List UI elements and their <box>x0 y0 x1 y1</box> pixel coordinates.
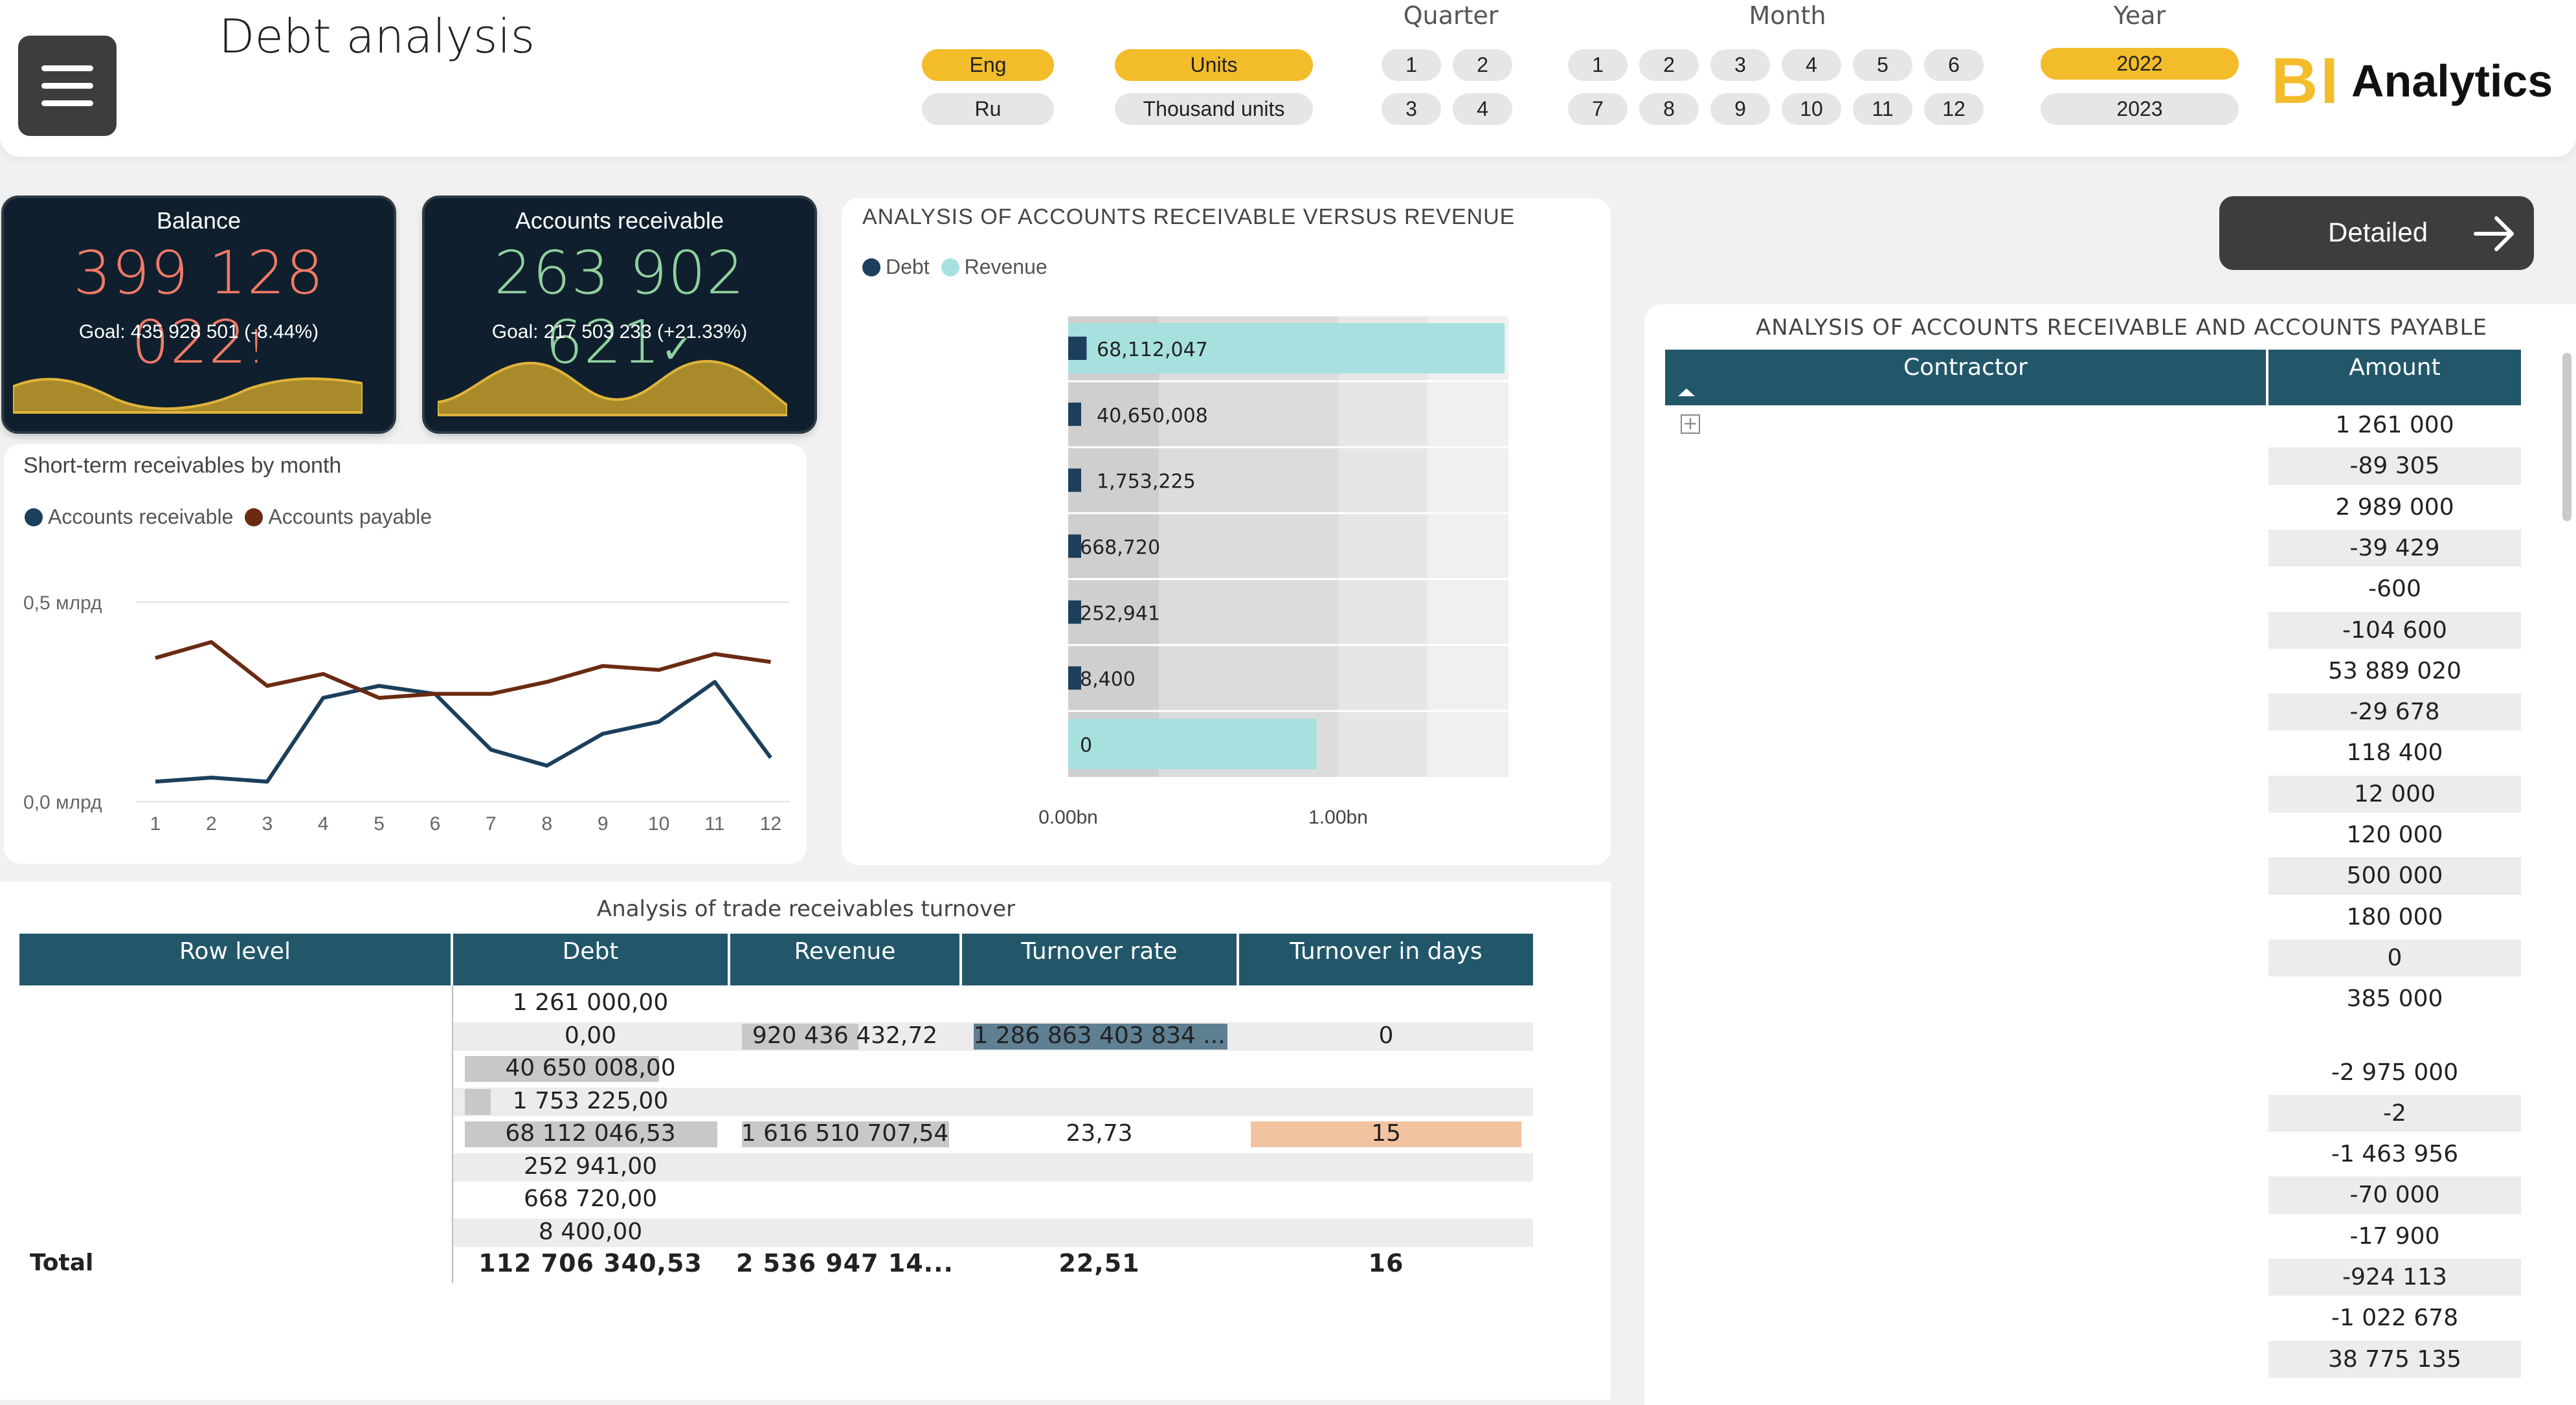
bar-data-label: 68,112,047 <box>1097 339 1208 361</box>
bar-data-label: 668,720 <box>1080 537 1160 559</box>
contractor-header[interactable]: Contractor <box>1665 350 2266 405</box>
detailed-label: Detailed <box>2328 217 2428 247</box>
logo-mark: BI <box>2271 44 2341 117</box>
turnover-cell-rate: 1 286 863 403 834 ... <box>973 1022 1226 1049</box>
plot-band <box>1159 315 1338 777</box>
bar-data-label: 8,400 <box>1080 668 1136 691</box>
plot-band <box>1338 315 1428 777</box>
amount-cell: -29 678 <box>2349 699 2440 726</box>
expand-icon[interactable]: + <box>1681 414 1700 434</box>
column-divider <box>452 985 453 1283</box>
turnover-total-revenue: 2 536 947 14... <box>736 1249 954 1277</box>
turnover-header-4[interactable]: Turnover in days <box>1239 934 1533 985</box>
amount-cell: -1 022 678 <box>2331 1305 2459 1332</box>
revenue-bar <box>1068 719 1317 769</box>
turnover-cell-days: 0 <box>1378 1022 1394 1049</box>
turnover-cell-debt: 68 112 046,53 <box>505 1120 676 1147</box>
amount-cell: -17 900 <box>2349 1222 2440 1250</box>
amount-cell: 38 775 135 <box>2327 1345 2462 1373</box>
turnover-cell-debt: 252 941,00 <box>523 1152 658 1180</box>
turnover-total-label: Total <box>30 1250 94 1276</box>
debt-bar <box>1068 534 1081 558</box>
turnover-title: Analysis of trade receivables turnover <box>596 896 1016 922</box>
month-option-9[interactable]: 9 <box>1710 93 1770 125</box>
sort-ascending-icon[interactable] <box>1677 386 1696 399</box>
turnover-cell-rate: 23,73 <box>1066 1120 1133 1147</box>
amount-cell: -1 463 956 <box>2331 1141 2459 1168</box>
turnover-total-rate: 22,51 <box>1058 1249 1140 1277</box>
debt-bar <box>1068 666 1081 690</box>
turnover-header-3[interactable]: Turnover rate <box>962 934 1237 985</box>
month-option-3[interactable]: 3 <box>1710 49 1770 81</box>
debt-bar <box>1068 468 1081 492</box>
turnover-cell-revenue: 1 616 510 707,54 <box>741 1120 949 1147</box>
turnover-cell-debt: 1 753 225,00 <box>512 1087 669 1114</box>
debt-bar <box>1068 402 1081 426</box>
detailed-button[interactable]: Detailed <box>2219 196 2534 270</box>
x-tick-label: 0.00bn <box>1038 807 1098 828</box>
month-option-2[interactable]: 2 <box>1639 49 1699 81</box>
turnover-cell-days: 15 <box>1371 1120 1401 1147</box>
x-tick-label: 1.00bn <box>1308 807 1368 828</box>
amount-cell: -2 975 000 <box>2331 1059 2459 1086</box>
bar-data-label: 1,753,225 <box>1097 471 1196 493</box>
month-option-4[interactable]: 4 <box>1782 49 1841 81</box>
turnover-cell-debt: 0,00 <box>564 1022 617 1049</box>
month-slicer-title: Month <box>1749 1 1826 30</box>
ar-ap-title: ANALYSIS OF ACCOUNTS RECEIVABLE AND ACCO… <box>1755 315 2488 341</box>
amount-cell: 12 000 <box>2354 780 2436 807</box>
amount-cell: 180 000 <box>2346 903 2443 930</box>
amount-cell: 1 261 000 <box>2335 412 2454 438</box>
amount-cell: -104 600 <box>2342 616 2447 644</box>
turnover-header-0[interactable]: Row level <box>19 934 451 985</box>
month-option-8[interactable]: 8 <box>1639 93 1699 125</box>
amount-header[interactable]: Amount <box>2268 350 2521 405</box>
logo-text: Analytics <box>2351 56 2553 106</box>
turnover-header-2[interactable]: Revenue <box>730 934 959 985</box>
turnover-cell-debt: 1 261 000,00 <box>512 989 669 1016</box>
amount-cell: -70 000 <box>2349 1182 2440 1209</box>
amount-cell: -39 429 <box>2349 534 2440 561</box>
debt-bar <box>1068 600 1081 624</box>
year-option-2023[interactable]: 2023 <box>2041 93 2239 125</box>
turnover-total-debt: 112 706 340,53 <box>478 1249 702 1277</box>
month-option-10[interactable]: 10 <box>1782 93 1841 125</box>
year-slicer-title: Year <box>2113 1 2166 30</box>
month-option-11[interactable]: 11 <box>1853 93 1912 125</box>
amount-cell: -2 <box>2383 1099 2406 1127</box>
month-option-5[interactable]: 5 <box>1853 49 1912 81</box>
turnover-header-1[interactable]: Debt <box>453 934 728 985</box>
month-option-12[interactable]: 12 <box>1924 93 1984 125</box>
turnover-cell-debt: 668 720,00 <box>523 1186 658 1212</box>
turnover-cell-debt: 8 400,00 <box>538 1218 643 1245</box>
amount-cell: 53 889 020 <box>2327 657 2462 684</box>
amount-cell: -89 305 <box>2349 453 2440 480</box>
turnover-total-days: 16 <box>1368 1249 1404 1277</box>
amount-cell: 120 000 <box>2346 822 2443 848</box>
bar-data-label: 40,650,008 <box>1097 405 1208 427</box>
bar-data-label: 0 <box>1080 734 1092 757</box>
bar-chart: 68,112,047 40,650,008 1,753,225 668,720 252,… <box>1038 314 1508 828</box>
amount-cell: 0 <box>2387 944 2402 971</box>
month-option-6[interactable]: 6 <box>1924 49 1984 81</box>
amount-cell: 118 400 <box>2346 739 2443 767</box>
amount-cell: 500 000 <box>2346 862 2443 890</box>
amount-cell: -600 <box>2368 576 2421 603</box>
ar-ap-scrollbar[interactable] <box>2562 353 2571 521</box>
arrow-right-icon <box>2474 216 2514 251</box>
amount-cell: 385 000 <box>2346 985 2443 1013</box>
bar-data-label: 252,941 <box>1080 602 1160 625</box>
turnover-cell-debt: 40 650 008,00 <box>505 1055 676 1081</box>
amount-cell: 2 989 000 <box>2335 493 2454 521</box>
amount-cell: -924 113 <box>2342 1264 2447 1290</box>
debt-bar <box>1068 336 1087 360</box>
year-option-2022[interactable]: 2022 <box>2041 48 2239 80</box>
turnover-cell-revenue: 920 436 432,72 <box>752 1022 938 1049</box>
bi-analytics-logo: BI Analytics <box>2271 45 2553 117</box>
